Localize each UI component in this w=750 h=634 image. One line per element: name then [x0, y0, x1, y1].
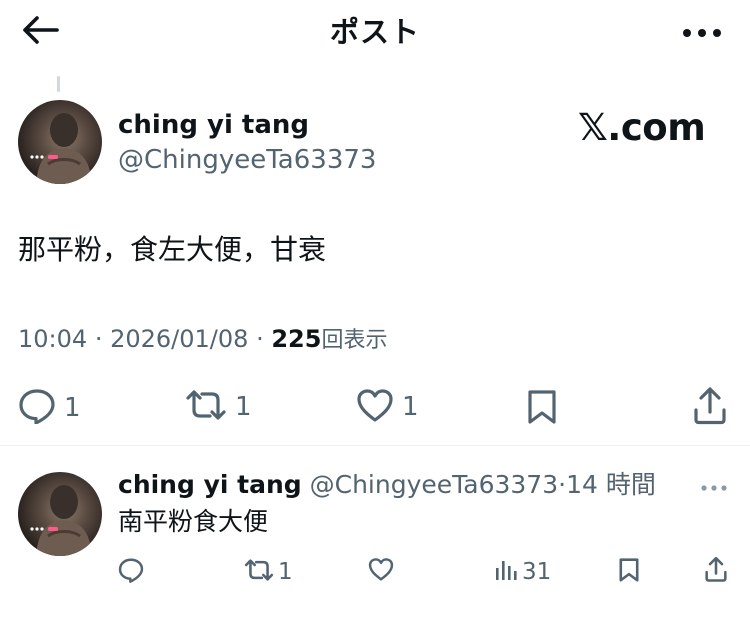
reply-header: ching yi tang @ChingyeeTa63373·14 時間 — [118, 468, 656, 502]
bar-chart-icon — [494, 558, 518, 586]
reply-views-count: 31 — [522, 559, 552, 585]
heart-icon — [368, 557, 394, 585]
meta-separator: · — [94, 325, 103, 353]
reply-separator: · — [558, 470, 567, 499]
reply-views-button[interactable]: 31 — [494, 557, 551, 587]
reply-icon — [18, 388, 56, 428]
like-button[interactable]: 1 — [356, 388, 419, 426]
share-icon — [692, 386, 728, 430]
post-text: 那平粉，食左大便，甘衰 — [18, 233, 327, 266]
page-title: ポスト — [329, 15, 420, 49]
reply-author-name[interactable]: ching yi tang — [118, 470, 302, 499]
more-horizontal-icon — [682, 23, 722, 42]
repost-icon — [185, 388, 227, 426]
post-meta: 10:04 · 2026/01/08 · 225回表示 — [18, 322, 387, 358]
share-icon — [704, 556, 728, 587]
reply-author-avatar[interactable] — [18, 472, 102, 556]
post-time: 10:04 — [18, 325, 88, 353]
repost-button[interactable]: 1 — [185, 388, 252, 426]
reply-share-button[interactable] — [704, 556, 728, 587]
views-label[interactable]: 回表示 — [321, 328, 387, 353]
bookmark-icon — [618, 557, 640, 587]
reply-author-handle[interactable]: @ChingyeeTa63373 — [310, 470, 559, 499]
reply-repost-count: 1 — [278, 559, 293, 585]
reply-bookmark-button[interactable] — [618, 557, 640, 587]
reply-repost-button[interactable]: 1 — [244, 557, 293, 587]
x-watermark-logo: 𝕏.com — [578, 106, 706, 149]
more-horizontal-icon — [700, 477, 728, 496]
views-count[interactable]: 225 — [271, 325, 321, 353]
bookmark-button[interactable] — [526, 388, 558, 430]
post-date: 2026/01/08 — [110, 325, 249, 353]
top-bar: ポスト — [0, 0, 750, 70]
bookmark-icon — [526, 388, 558, 430]
reply-like-button[interactable] — [368, 557, 394, 585]
author-avatar[interactable] — [18, 100, 102, 184]
author-name[interactable]: ching yi tang — [118, 108, 309, 142]
like-count: 1 — [402, 392, 419, 422]
repost-count: 1 — [235, 392, 252, 422]
more-options-button[interactable] — [674, 14, 730, 50]
reply-icon — [118, 557, 144, 587]
share-button[interactable] — [692, 386, 728, 430]
thread-connector-line — [57, 76, 60, 92]
reply-timestamp[interactable]: 14 時間 — [566, 470, 656, 499]
repost-icon — [244, 557, 274, 587]
reply-more-button[interactable] — [696, 474, 732, 498]
reply-text: 南平粉食大便 — [118, 507, 269, 536]
author-handle[interactable]: @ChingyeeTa63373 — [118, 143, 376, 177]
meta-separator: · — [256, 325, 264, 353]
reply-count: 1 — [64, 393, 81, 423]
reply-button[interactable]: 1 — [18, 388, 81, 428]
section-divider — [0, 445, 750, 446]
heart-icon — [356, 388, 394, 426]
reply-reply-button[interactable] — [118, 557, 144, 587]
